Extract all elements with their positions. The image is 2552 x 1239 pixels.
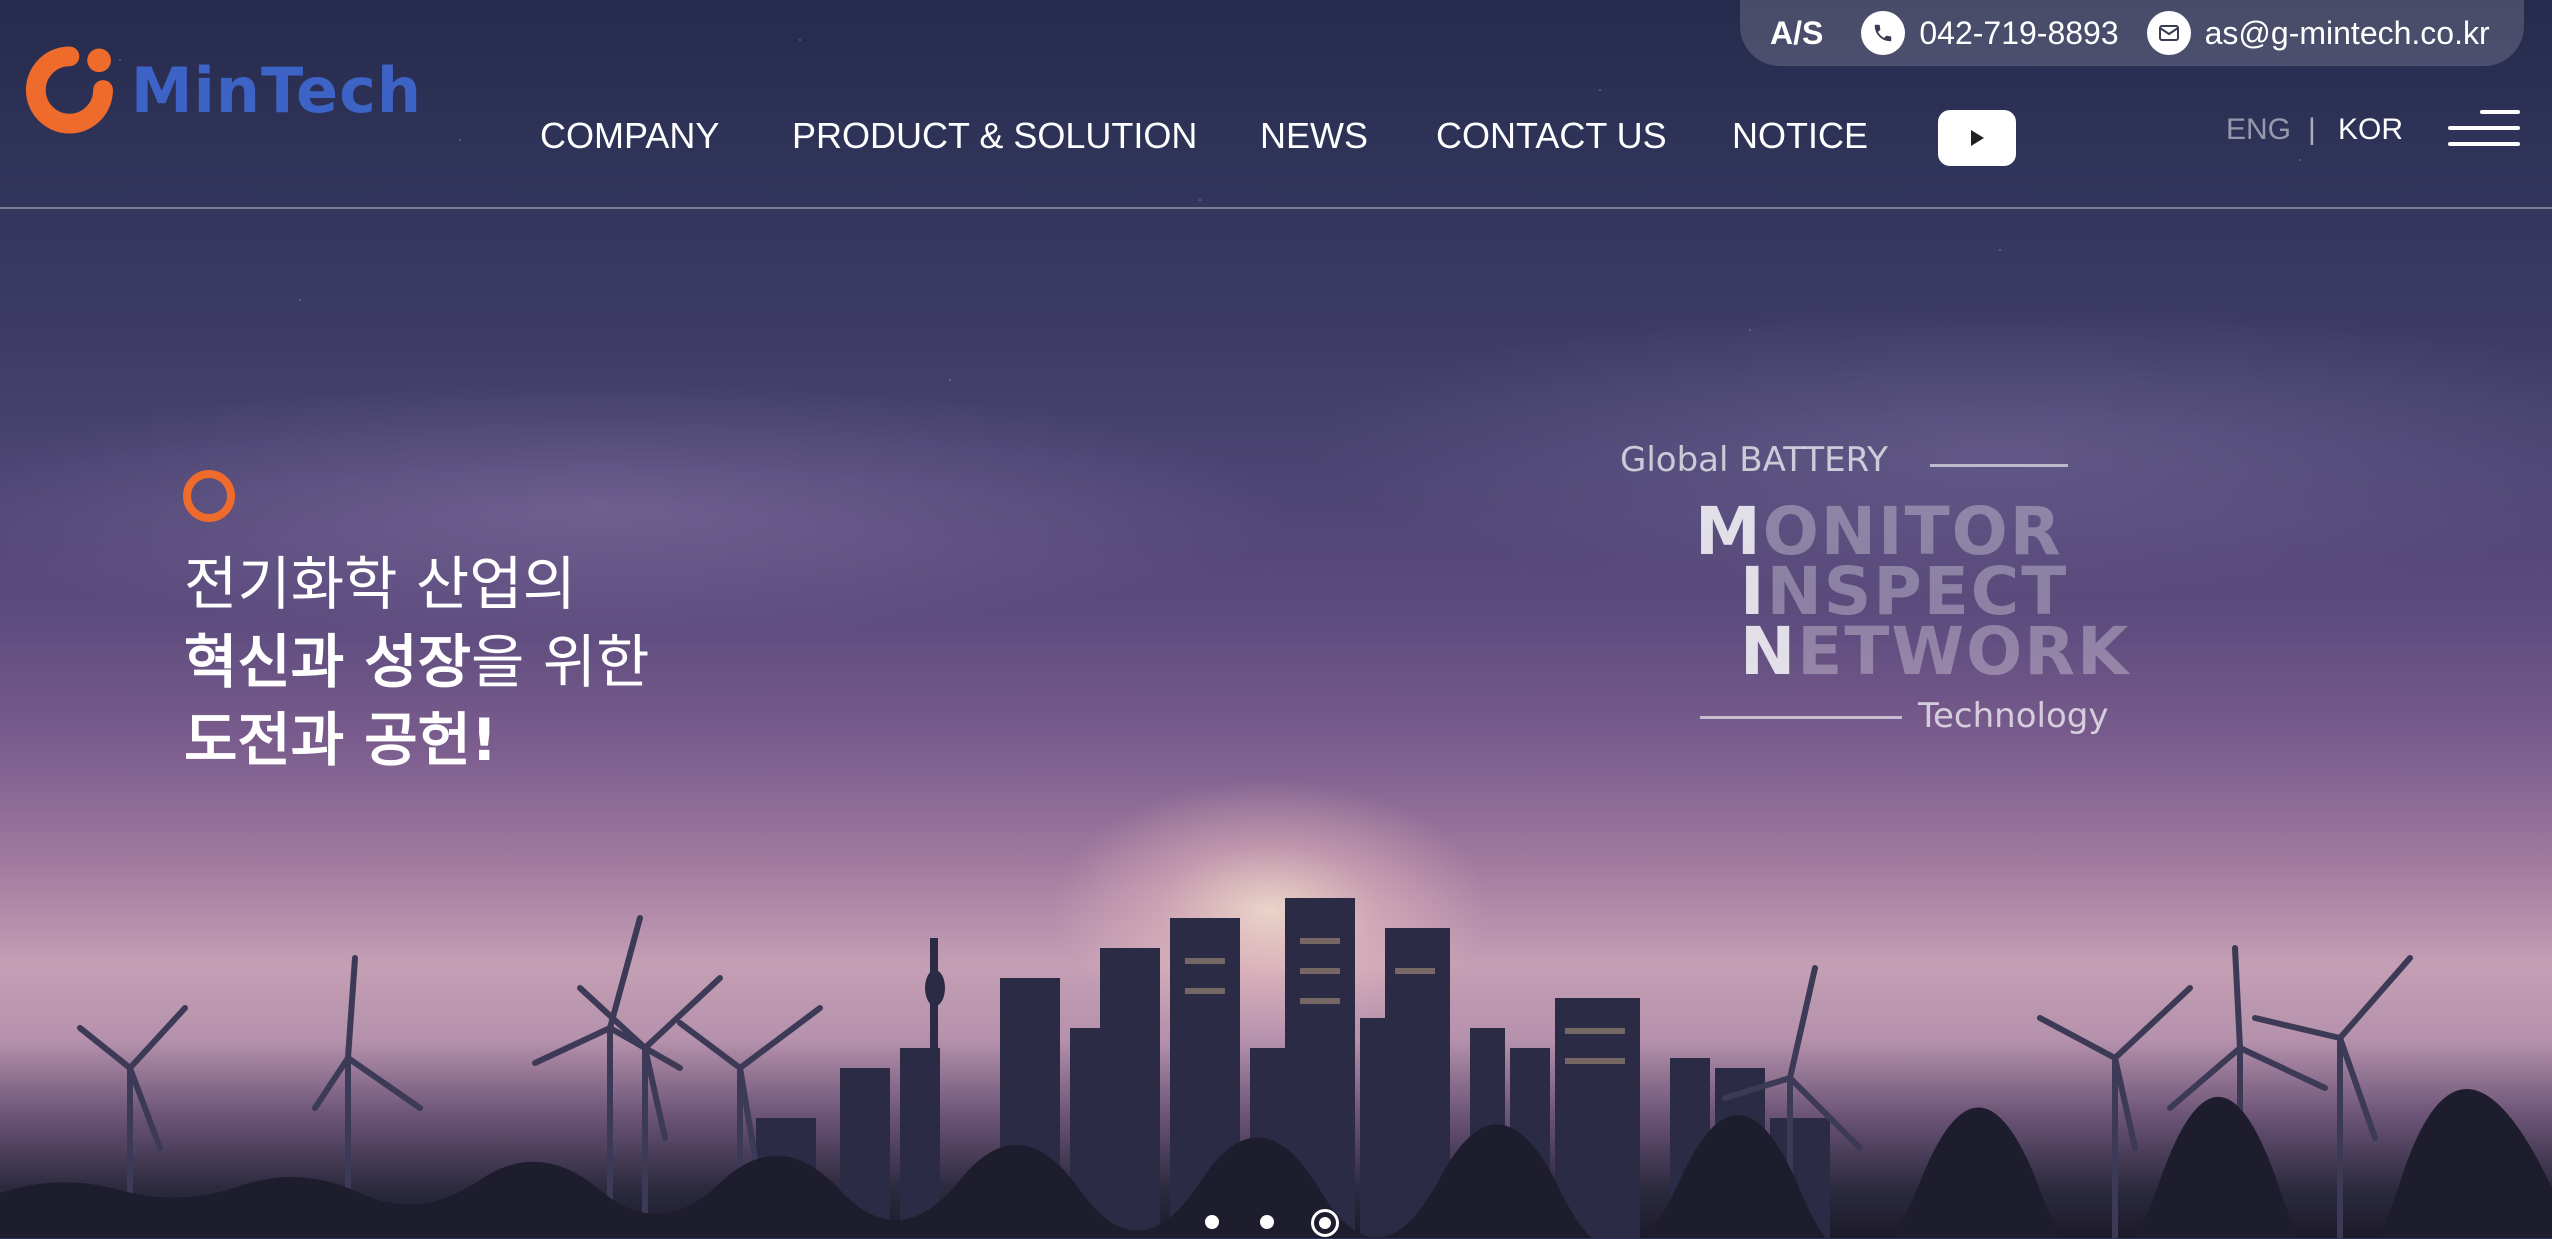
divider — [1930, 464, 2068, 467]
tagline-bottom: Technology — [1918, 696, 2109, 736]
slider-dot-2[interactable] — [1260, 1215, 1274, 1229]
accent-ring-icon — [183, 470, 235, 522]
contact-bar: A/S 042-719-8893 as@g-mintech.co.kr — [1740, 0, 2524, 66]
divider — [1700, 716, 1902, 719]
as-label: A/S — [1770, 14, 1824, 51]
mintech-logo-icon — [25, 46, 113, 134]
headline-line-1: 전기화학 산업의 — [184, 550, 576, 618]
brand-name: MinTech — [130, 53, 422, 127]
slider-dot-1[interactable] — [1205, 1215, 1219, 1229]
lang-separator: | — [2308, 113, 2316, 146]
headline-line-2: 혁신과 성장을 위한 — [184, 623, 650, 701]
headline-line-2-rest: 을 위한 — [471, 628, 650, 696]
email-address[interactable]: as@g-mintech.co.kr — [2205, 15, 2490, 52]
nav-item-contact-us[interactable]: CONTACT US — [1436, 106, 1667, 166]
phone-icon — [1861, 11, 1906, 55]
nav-item-product-solution[interactable]: PRODUCT & SOLUTION — [792, 106, 1197, 166]
site-header: MinTech A/S 042-719-8893 as@g-mintech.co… — [0, 0, 2552, 209]
lang-kor[interactable]: KOR — [2338, 110, 2403, 150]
headline-line-2-bold: 혁신과 성장 — [184, 628, 471, 696]
lang-eng[interactable]: ENG — [2226, 110, 2291, 150]
tagline-word-network: NETWORK — [1740, 613, 2131, 690]
youtube-play-icon — [1971, 130, 1984, 146]
nav-item-notice[interactable]: NOTICE — [1732, 106, 1868, 166]
slider-dot-3-active[interactable] — [1311, 1209, 1339, 1237]
hamburger-menu-icon[interactable] — [2448, 108, 2520, 148]
phone-number[interactable]: 042-719-8893 — [1919, 15, 2118, 52]
headline-line-3: 도전과 공헌! — [184, 706, 498, 774]
youtube-button[interactable] — [1938, 110, 2016, 166]
tagline-top: Global BATTERY — [1620, 440, 1888, 480]
logo[interactable]: MinTech — [22, 40, 422, 140]
tagline-block: Global BATTERY MONITOR INSPECT NETWORK T… — [1620, 430, 2160, 750]
city-skyline-with-wind-turbines — [0, 898, 2552, 1238]
mail-icon — [2146, 11, 2191, 55]
nav-item-company[interactable]: COMPANY — [540, 106, 719, 166]
nav-item-news[interactable]: NEWS — [1260, 106, 1368, 166]
hero-headline: 전기화학 산업의 혁신과 성장을 위한 도전과 공헌! — [184, 545, 650, 779]
